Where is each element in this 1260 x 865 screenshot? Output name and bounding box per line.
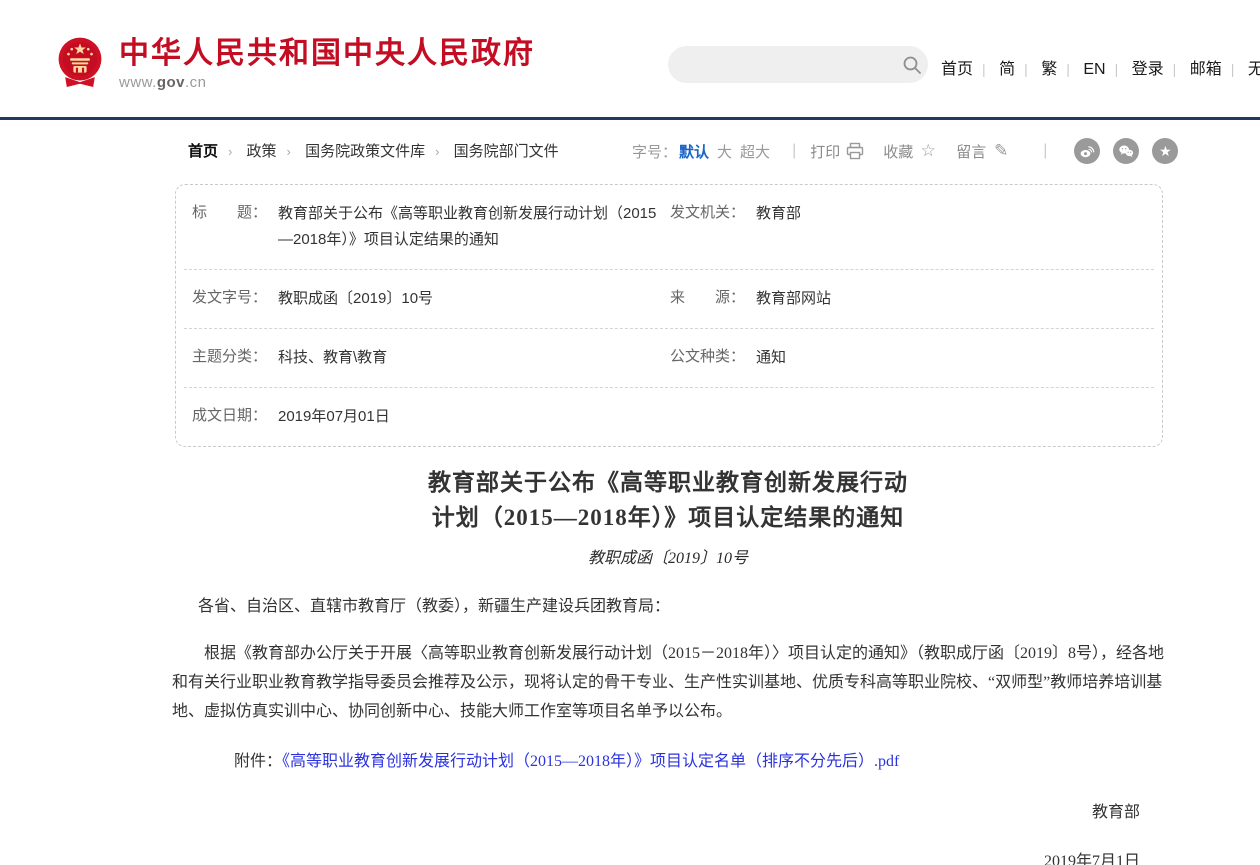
national-emblem-icon — [55, 36, 105, 92]
attachment-label: 附件： — [234, 753, 282, 770]
print-label: 打印 — [810, 141, 840, 162]
title-line-2: 计划（2015—2018年）》项目认定结果的通知 — [172, 500, 1164, 535]
meta-value-doc-type: 通知 — [756, 345, 786, 371]
attachment-pdf-link[interactable]: 《高等职业教育创新发展行动计划（2015—2018年）》项目认定名单（排序不分先… — [282, 753, 899, 770]
article: 教育部关于公布《高等职业教育创新发展行动 计划（2015—2018年）》项目认定… — [172, 465, 1164, 865]
weibo-icon[interactable] — [1074, 138, 1100, 164]
document-number: 教职成函〔2019〕10号 — [172, 544, 1164, 568]
document-meta-table: 标 题： 教育部关于公布《高等职业教育创新发展行动计划（2015—2018年）》… — [175, 184, 1163, 447]
font-size-label: 字号： — [632, 141, 677, 162]
search-input[interactable] — [668, 46, 895, 83]
breadcrumb-policy-library[interactable]: 国务院政策文件库 — [305, 143, 425, 160]
meta-label-issuing-agency: 发文机关： — [670, 201, 756, 253]
site-logo[interactable]: 中华人民共和国中央人民政府 www.gov.cn — [55, 36, 535, 92]
body-paragraph: 根据《教育部办公厅关于开展〈高等职业教育创新发展行动计划（2015－2018年）… — [172, 639, 1164, 726]
divider: | — [1115, 61, 1119, 77]
star-icon: ☆ — [918, 141, 938, 161]
breadcrumb-policy[interactable]: 政策 — [247, 143, 277, 160]
document-body: 各省、自治区、直辖市教育厅（教委），新疆生产建设兵团教育局： 根据《教育部办公厅… — [172, 592, 1164, 865]
nav-link-simplified[interactable]: 简 — [999, 61, 1015, 78]
search-box[interactable] — [668, 46, 928, 83]
article-toolbar: 字号： 默认 大 超大 | 打印 收藏 ☆ 留言 ✎ | — [632, 138, 1178, 164]
meta-label-doc-type: 公文种类： — [670, 345, 756, 371]
table-row: 主题分类： 科技、教育\教育 公文种类： 通知 — [184, 329, 1154, 388]
divider: | — [1024, 61, 1028, 77]
breadcrumb: 首页 › 政策 › 国务院政策文件库 › 国务院部门文件 — [188, 140, 559, 161]
table-row: 标 题： 教育部关于公布《高等职业教育创新发展行动计划（2015—2018年）》… — [184, 185, 1154, 270]
site-url: www.gov.cn — [119, 74, 535, 91]
qzone-star-glyph: ★ — [1159, 144, 1172, 158]
divider: | — [792, 142, 796, 160]
share-buttons: ★ — [1061, 138, 1178, 164]
meta-value-doc-number: 教职成函〔2019〕10号 — [278, 286, 433, 312]
nav-link-traditional[interactable]: 繁 — [1041, 61, 1057, 78]
title-line-1: 教育部关于公布《高等职业教育创新发展行动 — [172, 465, 1164, 500]
divider: | — [1066, 61, 1070, 77]
meta-label-doc-number: 发文字号： — [192, 286, 278, 312]
favorite-button[interactable]: 收藏 ☆ — [883, 141, 938, 162]
meta-value-issuing-agency: 教育部 — [756, 201, 801, 253]
wechat-icon[interactable] — [1113, 138, 1139, 164]
chevron-right-icon: › — [228, 144, 232, 159]
nav-link-english[interactable]: EN — [1083, 61, 1105, 78]
qzone-icon[interactable]: ★ — [1152, 138, 1178, 164]
meta-label-title: 标 题： — [192, 201, 278, 253]
printer-icon — [845, 141, 865, 161]
meta-value-topic-category: 科技、教育\教育 — [278, 345, 387, 371]
signer-name: 教育部 — [172, 798, 1140, 827]
pencil-icon: ✎ — [991, 141, 1011, 161]
meta-value-source: 教育部网站 — [756, 286, 831, 312]
header-divider — [0, 117, 1260, 120]
page-title: 教育部关于公布《高等职业教育创新发展行动 计划（2015—2018年）》项目认定… — [172, 465, 1164, 535]
nav-link-accessibility[interactable]: 无障碍 — [1248, 61, 1260, 78]
print-button[interactable]: 打印 — [810, 141, 865, 162]
header-nav: 首页 | 简 | 繁 | EN | 登录 | 邮箱 | 无障碍 — [941, 55, 1260, 79]
font-size-large-button[interactable]: 大 — [717, 141, 732, 162]
divider: | — [982, 61, 986, 77]
meta-value-written-date: 2019年07月01日 — [278, 404, 390, 430]
meta-label-source: 来 源： — [670, 286, 756, 312]
attachment-line: 附件：《高等职业教育创新发展行动计划（2015—2018年）》项目认定名单（排序… — [234, 747, 1164, 776]
search-icon[interactable] — [895, 55, 928, 75]
comment-label: 留言 — [956, 141, 986, 162]
nav-link-mail[interactable]: 邮箱 — [1190, 61, 1222, 78]
table-row: 发文字号： 教职成函〔2019〕10号 来 源： 教育部网站 — [184, 270, 1154, 329]
signature-date: 2019年7月1日 — [172, 847, 1140, 865]
divider: | — [1231, 61, 1235, 77]
breadcrumb-department-docs[interactable]: 国务院部门文件 — [454, 143, 559, 160]
comment-button[interactable]: 留言 ✎ — [956, 141, 1011, 162]
favorite-label: 收藏 — [883, 141, 913, 162]
meta-label-topic-category: 主题分类： — [192, 345, 278, 371]
nav-link-home[interactable]: 首页 — [941, 61, 973, 78]
breadcrumb-home[interactable]: 首页 — [188, 143, 218, 160]
salutation: 各省、自治区、直辖市教育厅（教委），新疆生产建设兵团教育局： — [198, 592, 1164, 621]
meta-value-title: 教育部关于公布《高等职业教育创新发展行动计划（2015—2018年）》项目认定结… — [278, 201, 660, 253]
font-size-default-button[interactable]: 默认 — [679, 141, 709, 162]
chevron-right-icon: › — [435, 144, 439, 159]
signature-block: 教育部 2019年7月1日 — [172, 798, 1164, 865]
nav-link-login[interactable]: 登录 — [1132, 61, 1164, 78]
table-row: 成文日期： 2019年07月01日 — [184, 388, 1154, 446]
site-title: 中华人民共和国中央人民政府 — [119, 38, 535, 70]
font-size-xlarge-button[interactable]: 超大 — [740, 141, 770, 162]
chevron-right-icon: › — [287, 144, 291, 159]
meta-label-written-date: 成文日期： — [192, 404, 278, 430]
divider: | — [1173, 61, 1177, 77]
divider: | — [1043, 142, 1047, 160]
site-header: 中华人民共和国中央人民政府 www.gov.cn 首页 | 简 | 繁 | EN | 登… — [0, 0, 1260, 117]
